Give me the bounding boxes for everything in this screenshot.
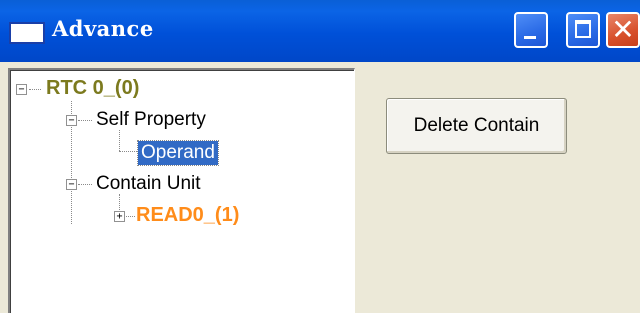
title-bar[interactable]: Advance ✕ bbox=[0, 0, 640, 62]
close-button[interactable]: ✕ bbox=[606, 12, 640, 48]
self-property-collapse-icon[interactable]: − bbox=[66, 115, 77, 126]
tree-connector bbox=[78, 120, 92, 121]
close-icon: ✕ bbox=[611, 13, 635, 46]
tree-connector bbox=[119, 151, 137, 152]
tree-node-rtc0[interactable]: RTC 0_(0) bbox=[46, 77, 139, 100]
minimize-button[interactable] bbox=[514, 12, 548, 48]
tree-node-operand[interactable]: Operand bbox=[137, 140, 219, 166]
window-title: Advance bbox=[52, 16, 154, 41]
minimize-icon bbox=[524, 36, 536, 39]
maximize-button[interactable] bbox=[566, 12, 600, 48]
contain-unit-collapse-icon[interactable]: − bbox=[66, 179, 77, 190]
maximize-icon bbox=[575, 20, 591, 38]
tree-node-contain-unit[interactable]: Contain Unit bbox=[96, 173, 201, 195]
tree-node-read0[interactable]: READ0_(1) bbox=[136, 204, 239, 227]
unit-tree-view[interactable]: − RTC 0_(0) − Self Property Operand − Co… bbox=[8, 68, 355, 313]
delete-contain-button[interactable]: Delete Contain bbox=[386, 98, 567, 154]
root-collapse-icon[interactable]: − bbox=[16, 84, 27, 95]
window-icon bbox=[9, 22, 45, 44]
tree-connector bbox=[29, 89, 41, 90]
tree-connector bbox=[78, 184, 92, 185]
tree-node-self-property[interactable]: Self Property bbox=[96, 109, 206, 131]
tree-connector bbox=[119, 130, 120, 151]
read0-expand-icon[interactable]: + bbox=[114, 211, 125, 222]
